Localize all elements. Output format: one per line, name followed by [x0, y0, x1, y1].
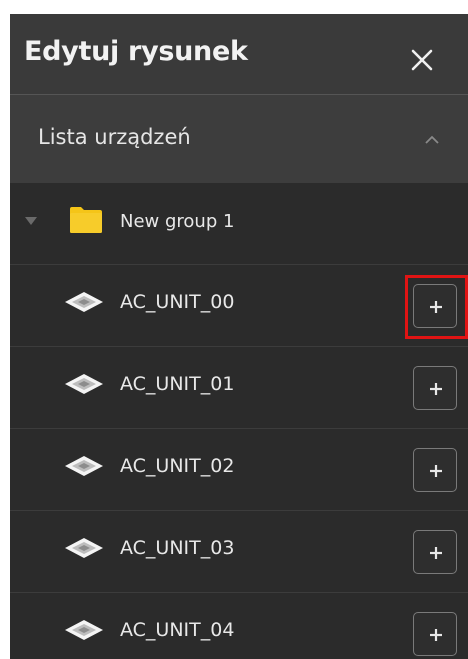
ac-unit-icon [65, 620, 103, 640]
device-label: AC_UNIT_01 [120, 373, 235, 395]
device-label: AC_UNIT_03 [120, 537, 235, 559]
plus-icon [430, 383, 442, 395]
add-device-button[interactable] [413, 612, 457, 656]
ac-unit-icon [65, 292, 103, 312]
close-icon [411, 49, 433, 71]
device-row[interactable]: AC_UNIT_00 [10, 265, 468, 347]
section-title: Lista urządzeń [38, 125, 191, 149]
device-label: AC_UNIT_00 [120, 291, 235, 313]
close-button[interactable] [408, 46, 436, 74]
ac-unit-icon [65, 538, 103, 558]
add-device-button[interactable] [413, 448, 457, 492]
device-row[interactable]: AC_UNIT_01 [10, 347, 468, 429]
device-row[interactable]: AC_UNIT_02 [10, 429, 468, 511]
plus-icon [430, 547, 442, 559]
device-row[interactable]: AC_UNIT_03 [10, 511, 468, 593]
add-device-button[interactable] [413, 530, 457, 574]
panel-title: Edytuj rysunek [24, 36, 248, 67]
add-device-button[interactable] [413, 366, 457, 410]
add-device-button[interactable] [413, 284, 457, 328]
ac-unit-icon [65, 374, 103, 394]
device-label: AC_UNIT_04 [120, 619, 235, 641]
group-row[interactable]: New group 1 [10, 183, 468, 265]
device-list-section-header[interactable]: Lista urządzeń [10, 95, 468, 183]
device-list: New group 1 AC_UNIT_00 AC_UNIT_01 AC_UNI… [10, 183, 468, 659]
group-label: New group 1 [120, 211, 235, 232]
panel-header: Edytuj rysunek [10, 14, 468, 94]
edit-drawing-panel: Edytuj rysunek Lista urządzeń New group … [10, 14, 468, 659]
chevron-up-icon [425, 135, 439, 144]
plus-icon [430, 465, 442, 477]
device-row[interactable]: AC_UNIT_04 [10, 593, 468, 659]
ac-unit-icon [65, 456, 103, 476]
device-label: AC_UNIT_02 [120, 455, 235, 477]
plus-icon [430, 629, 442, 641]
plus-icon [430, 301, 442, 313]
caret-down-icon[interactable] [25, 217, 37, 225]
folder-icon [70, 207, 102, 233]
